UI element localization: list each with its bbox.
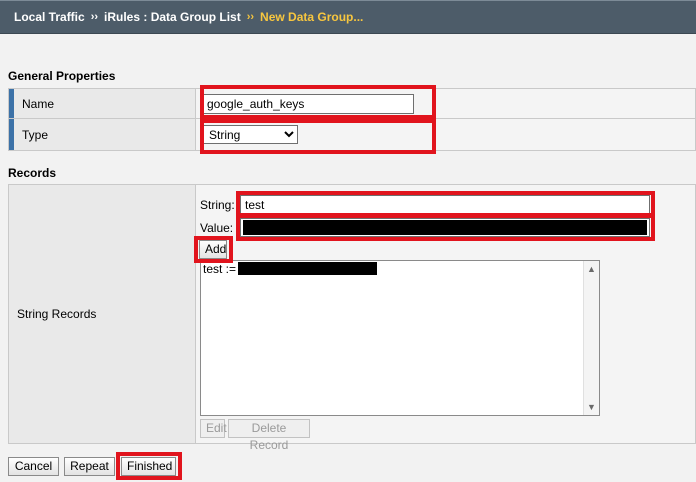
scroll-up-arrow-icon[interactable]: ▲	[587, 264, 596, 274]
breadcrumb: Local Traffic ›› iRules : Data Group Lis…	[0, 0, 696, 34]
string-input[interactable]	[240, 195, 650, 214]
records-title: Records	[8, 166, 57, 180]
add-button[interactable]: Add	[199, 240, 227, 259]
scroll-down-arrow-icon[interactable]: ▼	[587, 402, 596, 412]
scrollbar[interactable]: ▲ ▼	[583, 261, 599, 415]
breadcrumb-local-traffic[interactable]: Local Traffic	[14, 10, 85, 24]
record-entry[interactable]: test :=	[203, 262, 236, 276]
value-input[interactable]	[240, 218, 650, 237]
type-select[interactable]: String	[202, 125, 298, 144]
value-label: Value:	[200, 221, 234, 235]
finished-button[interactable]: Finished	[121, 457, 176, 476]
record-entry-text: test :=	[203, 262, 237, 276]
type-row: Type String	[9, 119, 695, 150]
cancel-button[interactable]: Cancel	[8, 457, 59, 476]
name-row: Name	[9, 89, 695, 119]
records-listbox[interactable]: test := ▲ ▼	[200, 260, 600, 416]
name-label: Name	[9, 89, 196, 118]
breadcrumb-irules-data-group-list[interactable]: iRules : Data Group List	[104, 10, 241, 24]
breadcrumb-current-page: New Data Group...	[260, 10, 364, 24]
delete-record-button[interactable]: Delete Record	[228, 419, 310, 452]
general-properties-title: General Properties	[8, 69, 116, 83]
repeat-button[interactable]: Repeat	[64, 457, 115, 476]
redaction-bar	[238, 262, 377, 275]
string-label: String:	[200, 198, 235, 212]
breadcrumb-separator-icon: ››	[90, 11, 99, 23]
string-records-label: String Records	[9, 185, 196, 443]
edit-button[interactable]: Edit	[200, 419, 227, 438]
redaction-bar	[243, 220, 647, 235]
name-input[interactable]	[202, 94, 414, 114]
type-label: Type	[9, 119, 196, 150]
breadcrumb-separator-icon: ››	[246, 11, 255, 23]
general-properties-table: Name Type String	[8, 88, 696, 151]
